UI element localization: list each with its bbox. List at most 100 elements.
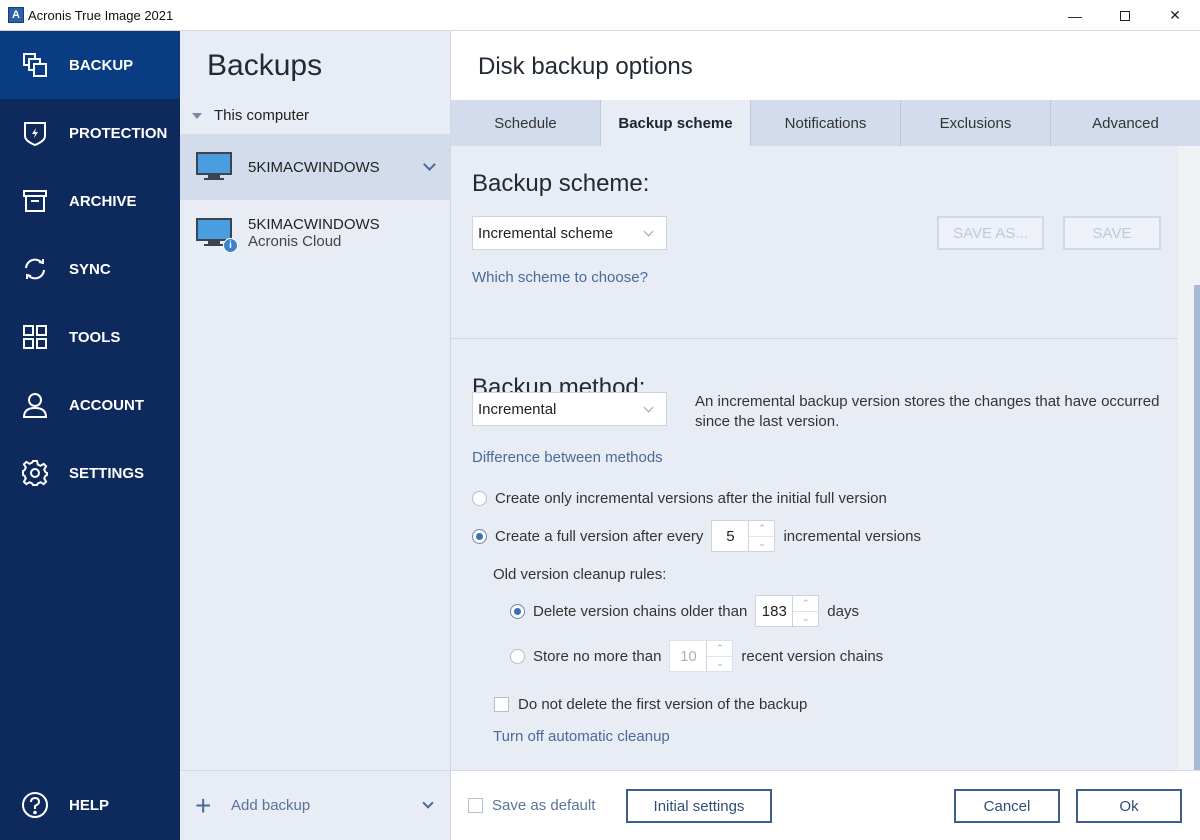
save-default-checkbox[interactable] [468, 798, 483, 813]
sidebar-item-account[interactable]: ACCOUNT [0, 371, 180, 439]
archive-icon [21, 187, 49, 215]
backup-destination: Acronis Cloud [248, 233, 342, 250]
full-after-stepper[interactable]: 5 ⌃ ⌄ [711, 520, 776, 552]
minimize-icon: — [1068, 7, 1082, 24]
scrollbar[interactable] [1178, 146, 1200, 770]
radio-full-after[interactable]: Create a full version after every 5 ⌃ ⌄ i… [472, 520, 921, 552]
add-backup-button[interactable]: + Add backup [180, 770, 450, 840]
turn-off-cleanup-link[interactable]: Turn off automatic cleanup [493, 728, 670, 745]
close-icon: ✕ [1169, 7, 1181, 23]
stepper-value[interactable]: 5 [712, 521, 748, 551]
radio-suffix: days [827, 602, 859, 620]
radio-button[interactable] [510, 603, 525, 619]
method-dropdown[interactable]: Incremental [472, 392, 667, 426]
radio-button[interactable] [472, 491, 487, 506]
backup-list-item[interactable]: i 5KIMACWINDOWS Acronis Cloud [180, 200, 450, 266]
scheme-dropdown[interactable]: Incremental scheme [472, 216, 667, 250]
tab-exclusions[interactable]: Exclusions [901, 100, 1051, 146]
backup-name: 5KIMACWINDOWS [248, 216, 380, 233]
backups-panel: Backups This computer 5KIMACWINDOWS i 5K… [180, 31, 451, 840]
chevron-down-icon [643, 226, 654, 237]
radio-button[interactable] [510, 648, 525, 664]
save-as-button[interactable]: SAVE AS... [937, 216, 1044, 250]
sidebar-item-label: ARCHIVE [69, 192, 137, 210]
stepper-up-icon[interactable]: ⌃ [749, 521, 775, 537]
sidebar-item-label: PROTECTION [69, 124, 168, 142]
user-icon [21, 391, 49, 419]
computer-icon: i [196, 218, 238, 253]
title-bar: A Acronis True Image 2021 — ✕ [0, 0, 1200, 31]
sidebar-item-sync[interactable]: SYNC [0, 235, 180, 303]
info-icon: i [223, 238, 238, 253]
tab-advanced[interactable]: Advanced [1051, 100, 1200, 146]
chevron-down-icon [643, 402, 654, 413]
checkbox-label: Do not delete the first version of the b… [518, 696, 808, 713]
stepper-up-icon[interactable]: ⌃ [793, 596, 819, 612]
dialog-footer: Save as default Initial settings Cancel … [451, 770, 1200, 840]
maximize-icon [1120, 10, 1130, 21]
which-scheme-link[interactable]: Which scheme to choose? [472, 269, 648, 286]
sidebar-item-label: SYNC [69, 260, 111, 278]
window-title: Acronis True Image 2021 [28, 7, 174, 23]
tab-backup-scheme[interactable]: Backup scheme [601, 100, 751, 146]
stepper-down-icon[interactable]: ⌄ [749, 537, 774, 552]
radio-store-max[interactable]: Store no more than 10 ⌃ ⌄ recent version … [510, 640, 883, 672]
tab-notifications[interactable]: Notifications [751, 100, 901, 146]
keep-first-checkbox-row[interactable]: Do not delete the first version of the b… [494, 696, 807, 713]
help-icon [21, 791, 49, 819]
radio-suffix: recent version chains [741, 647, 884, 665]
radio-button[interactable] [472, 528, 487, 544]
close-button[interactable]: ✕ [1150, 0, 1200, 31]
sidebar-item-protection[interactable]: PROTECTION [0, 99, 180, 167]
radio-label: Store no more than [533, 647, 662, 665]
stepper-down-icon[interactable]: ⌄ [793, 612, 818, 627]
delete-older-stepper[interactable]: 183 ⌃ ⌄ [755, 595, 820, 627]
page-title: Disk backup options [478, 53, 693, 80]
sidebar-item-settings[interactable]: SETTINGS [0, 439, 180, 507]
stepper-value[interactable]: 10 [670, 641, 706, 671]
expand-triangle-icon [192, 112, 202, 119]
save-default-row[interactable]: Save as default [468, 797, 595, 814]
radio-only-incremental[interactable]: Create only incremental versions after t… [472, 490, 887, 507]
initial-settings-button[interactable]: Initial settings [626, 789, 772, 823]
radio-label: Delete version chains older than [533, 602, 748, 620]
stepper-up-icon[interactable]: ⌃ [707, 641, 733, 657]
backup-list-item[interactable]: 5KIMACWINDOWS [180, 134, 450, 200]
keep-first-checkbox[interactable] [494, 697, 509, 712]
tools-grid-icon [21, 323, 49, 351]
radio-label: Create a full version after every [495, 527, 704, 545]
computer-icon [196, 152, 232, 182]
sidebar-item-label: HELP [69, 796, 110, 814]
stepper-down-icon[interactable]: ⌄ [707, 657, 732, 672]
tab-schedule[interactable]: Schedule [451, 100, 601, 146]
sidebar-item-backup[interactable]: BACKUP [0, 31, 180, 99]
backups-title: Backups [207, 49, 323, 82]
cancel-button[interactable]: Cancel [954, 789, 1060, 823]
scheme-dropdown-value: Incremental scheme [478, 224, 614, 242]
method-dropdown-value: Incremental [478, 400, 557, 418]
difference-methods-link[interactable]: Difference between methods [472, 449, 663, 466]
sidebar-item-label: TOOLS [69, 328, 121, 346]
minimize-button[interactable]: — [1050, 0, 1100, 31]
scrollbar-thumb[interactable] [1194, 285, 1200, 770]
radio-label: Create only incremental versions after t… [495, 490, 887, 507]
save-button[interactable]: SAVE [1063, 216, 1161, 250]
maximize-button[interactable] [1100, 0, 1150, 31]
sidebar-item-help[interactable]: HELP [0, 771, 180, 839]
scheme-heading: Backup scheme: [472, 170, 650, 197]
chevron-down-icon[interactable] [423, 158, 436, 171]
group-this-computer[interactable]: This computer [192, 107, 309, 124]
radio-delete-older[interactable]: Delete version chains older than 183 ⌃ ⌄ … [510, 595, 859, 627]
app-logo-icon: A [8, 7, 24, 23]
main-panel: Disk backup options Schedule Backup sche… [451, 31, 1200, 840]
sidebar-item-label: SETTINGS [69, 464, 145, 482]
ok-button[interactable]: Ok [1076, 789, 1182, 823]
sidebar-item-archive[interactable]: ARCHIVE [0, 167, 180, 235]
stepper-value[interactable]: 183 [756, 596, 792, 626]
group-label: This computer [214, 107, 310, 124]
method-description: An incremental backup version stores the… [695, 393, 1160, 430]
store-max-stepper[interactable]: 10 ⌃ ⌄ [669, 640, 734, 672]
chevron-down-icon[interactable] [422, 797, 434, 809]
sidebar-item-tools[interactable]: TOOLS [0, 303, 180, 371]
add-backup-label: Add backup [231, 797, 311, 814]
